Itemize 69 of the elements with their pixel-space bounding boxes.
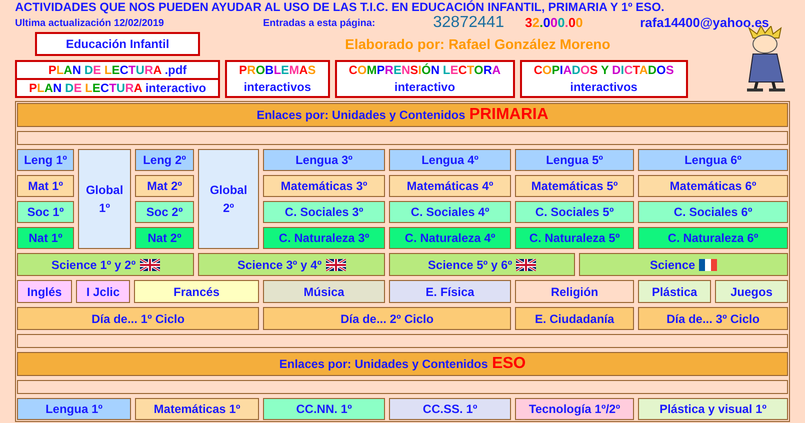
subject-link[interactable]: Global 2º xyxy=(198,149,259,249)
section-header-text: Enlaces por: Unidades y Contenidos xyxy=(256,107,466,124)
subject-link[interactable]: Plástica y visual 1º xyxy=(638,398,788,420)
page-title: ACTIVIDADES QUE NOS PUEDEN AYUDAR AL USO DE LAS T.I.C. EN EDUCACIÓN INFANTIL, PRIMARIA Y 1º ESO. xyxy=(15,0,666,15)
subject-link[interactable]: Nat 1º xyxy=(17,227,74,249)
subject-link[interactable]: Lengua 1º xyxy=(17,398,131,420)
science-link[interactable]: Science xyxy=(579,253,788,276)
subject-link[interactable]: Lengua 3º xyxy=(263,149,385,171)
subject-link[interactable]: Mat 2º xyxy=(135,175,194,197)
reading-plan-link[interactable]: PLAN DE LECTURA .pdf xyxy=(48,61,187,79)
subject-link[interactable]: Lengua 5º xyxy=(515,149,634,171)
visit-counter: 32872441 xyxy=(433,13,506,33)
subject-link[interactable]: Música xyxy=(263,280,385,303)
subject-link[interactable]: Lengua 4º xyxy=(389,149,511,171)
subject-link[interactable]: C. Sociales 3º xyxy=(263,201,385,223)
subject-link[interactable]: C. Naturaleza 3º xyxy=(263,227,385,249)
stage-title: PRIMARIA xyxy=(469,105,548,125)
subject-link[interactable]: C. Sociales 4º xyxy=(389,201,511,223)
science-link[interactable]: Science 5º y 6º xyxy=(389,253,575,276)
day-link[interactable]: Día de... 2º Ciclo xyxy=(263,307,511,330)
subject-link[interactable]: Mat 1º xyxy=(17,175,74,197)
subject-link[interactable]: Lengua 6º xyxy=(638,149,788,171)
author-credit: Elaborado por: Rafael González Moreno xyxy=(345,34,610,54)
science-link[interactable]: Science 1º y 2º xyxy=(17,253,194,276)
reading-plan-link[interactable]: PLAN DE LECTURA interactivo xyxy=(28,79,206,97)
subject-link[interactable]: Global 1º xyxy=(78,149,131,249)
email-link[interactable]: rafa14400@yahoo.es xyxy=(640,13,770,33)
subject-link[interactable]: C. Naturaleza 6º xyxy=(638,227,788,249)
uk-flag-icon xyxy=(516,258,536,270)
subject-link[interactable]: Nat 2º xyxy=(135,227,194,249)
infantil-link[interactable]: Educación Infantil xyxy=(35,32,200,56)
subject-link[interactable]: Juegos xyxy=(715,280,788,303)
subject-link[interactable]: Leng 2º xyxy=(135,149,194,171)
visits-label: Entradas a esta página: xyxy=(263,16,376,30)
subject-link[interactable]: Soc 2º xyxy=(135,201,194,223)
day-link[interactable]: Día de... 3º Ciclo xyxy=(638,307,788,330)
subject-link[interactable]: Matemáticas 6º xyxy=(638,175,788,197)
day-link[interactable]: E. Ciudadanía xyxy=(515,307,634,330)
last-update: Ultima actualización 12/02/2019 xyxy=(15,16,165,30)
subject-link[interactable]: C. Naturaleza 5º xyxy=(515,227,634,249)
stage-title: ESO xyxy=(492,354,526,374)
subject-link[interactable]: C. Naturaleza 4º xyxy=(389,227,511,249)
activity-link[interactable]: COMPRENSIÓN LECTORA interactivo xyxy=(334,60,515,98)
uk-flag-icon xyxy=(140,258,160,270)
subject-link[interactable]: C. Sociales 6º xyxy=(638,201,788,223)
subject-link[interactable]: Matemáticas 3º xyxy=(263,175,385,197)
subject-link[interactable]: CC.NN. 1º xyxy=(263,398,385,420)
subject-link[interactable]: Inglés xyxy=(17,280,72,303)
activity-link[interactable]: PROBLEMAS interactivos xyxy=(225,60,330,98)
subject-link[interactable]: Plástica xyxy=(638,280,711,303)
activity-link[interactable]: COPIADOS Y DICTADOS interactivos xyxy=(520,60,688,98)
france-flag-icon xyxy=(699,258,718,270)
uk-flag-icon xyxy=(326,258,346,270)
subject-link[interactable]: CC.SS. 1º xyxy=(389,398,511,420)
subject-link[interactable]: C. Sociales 5º xyxy=(515,201,634,223)
day-link[interactable]: Día de... 1º Ciclo xyxy=(17,307,259,330)
subject-link[interactable]: Matemáticas 1º xyxy=(135,398,259,420)
subject-link[interactable]: I Jclic xyxy=(76,280,130,303)
subject-link[interactable]: Religión xyxy=(515,280,634,303)
science-link[interactable]: Science 3º y 4º xyxy=(198,253,385,276)
subject-link[interactable]: Francés xyxy=(134,280,259,303)
subject-link[interactable]: Leng 1º xyxy=(17,149,74,171)
subject-link[interactable]: Matemáticas 5º xyxy=(515,175,634,197)
section-header-text: Enlaces por: Unidades y Contenidos xyxy=(279,356,488,373)
counter-display: 32.000.00 xyxy=(525,14,584,32)
subject-link[interactable]: Tecnología 1º/2º xyxy=(515,398,634,420)
subject-link[interactable]: E. Física xyxy=(389,280,511,303)
subject-link[interactable]: Soc 1º xyxy=(17,201,74,223)
subject-link[interactable]: Matemáticas 4º xyxy=(389,175,511,197)
